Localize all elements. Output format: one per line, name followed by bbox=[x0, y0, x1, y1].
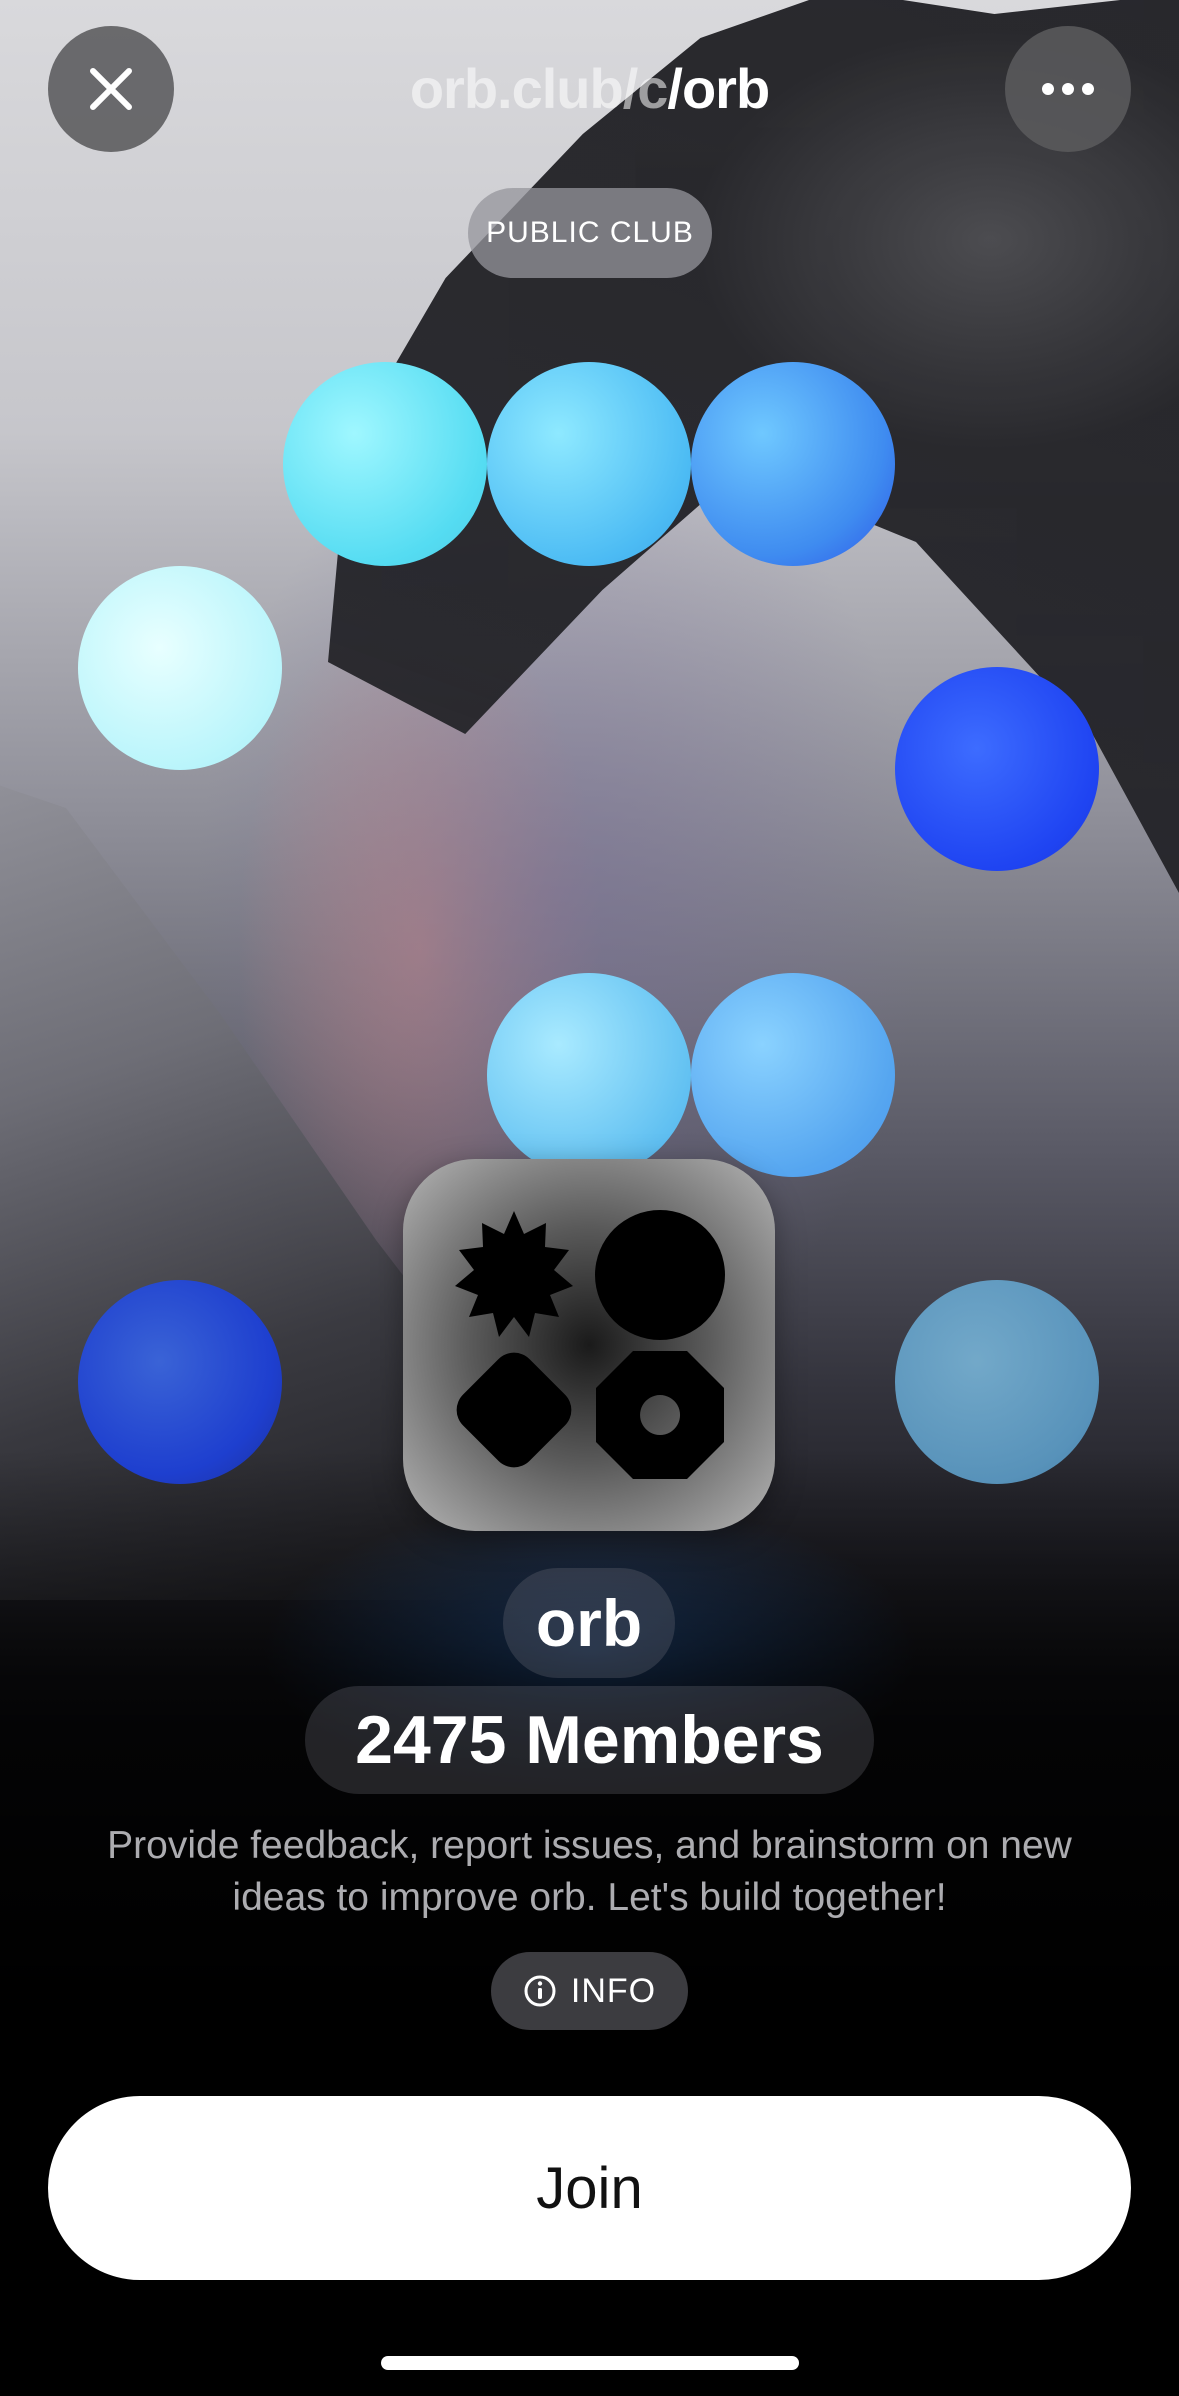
more-options-button[interactable] bbox=[1005, 26, 1131, 152]
home-indicator[interactable] bbox=[381, 2356, 799, 2370]
public-club-badge: PUBLIC CLUB bbox=[468, 188, 712, 278]
member-orb bbox=[691, 973, 895, 1177]
join-button[interactable]: Join bbox=[48, 2096, 1131, 2280]
member-orb bbox=[691, 362, 895, 566]
member-orb bbox=[487, 973, 691, 1177]
member-orb bbox=[78, 1280, 282, 1484]
member-orb bbox=[487, 362, 691, 566]
club-name: orb bbox=[503, 1568, 675, 1678]
more-horizontal-icon bbox=[1042, 83, 1094, 95]
orb-shapes-logo bbox=[455, 1210, 725, 1479]
member-count: 2475 Members bbox=[305, 1686, 874, 1794]
info-circle-icon bbox=[524, 1975, 556, 2007]
member-orb bbox=[78, 566, 282, 770]
info-button-label: INFO bbox=[570, 1971, 657, 2010]
club-preview-screen: orb.club/c/orb PUBLIC CLUB orb 2475 Memb… bbox=[0, 0, 1179, 2396]
club-url: orb.club/c/orb bbox=[0, 56, 1179, 121]
club-url-prefix: orb.club/c bbox=[409, 57, 669, 120]
info-button[interactable]: INFO bbox=[491, 1952, 688, 2030]
member-orb bbox=[895, 667, 1099, 871]
club-url-slug: /orb bbox=[667, 57, 770, 120]
club-logo bbox=[403, 1159, 775, 1531]
club-description: Provide feedback, report issues, and bra… bbox=[107, 1824, 1072, 1919]
member-orb bbox=[895, 1280, 1099, 1484]
member-orb bbox=[283, 362, 487, 566]
